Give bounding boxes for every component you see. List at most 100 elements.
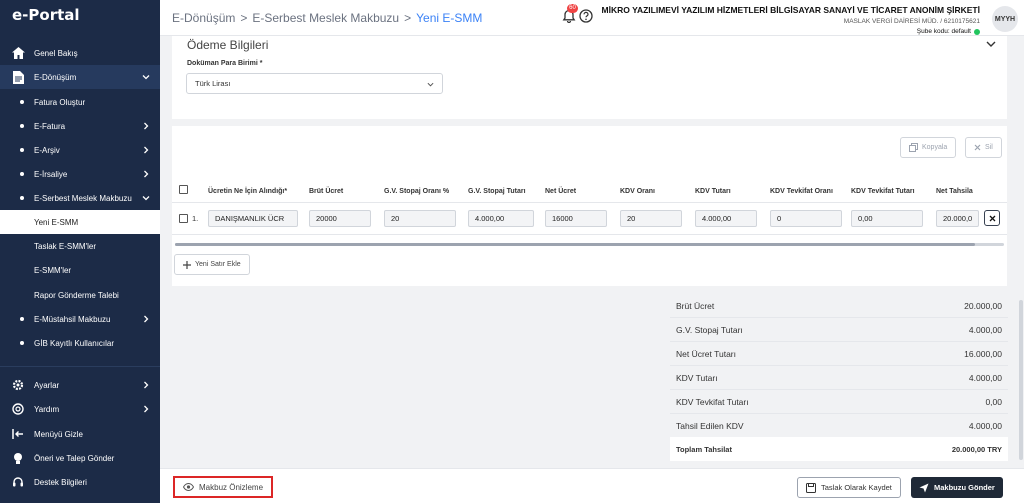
sidebar-item-yardim[interactable]: Yardım [0, 397, 160, 421]
sidebar-item-e-fatura[interactable]: E-Fatura [0, 114, 160, 138]
summary-total-label: Toplam Tahsilat [676, 444, 732, 454]
sidebar-item-label: Genel Bakış [34, 48, 78, 58]
delete-button[interactable]: Sil [965, 137, 1002, 158]
sidebar-item-destek-bilgileri[interactable]: Destek Bilgileri [0, 470, 160, 494]
column-header: KDV Tevkifat Oranı [770, 188, 833, 195]
help-icon[interactable] [579, 9, 593, 23]
table-divider [172, 202, 1007, 203]
chevron-right-icon [142, 405, 150, 413]
headset-icon [11, 475, 25, 489]
breadcrumb-separator: > [240, 11, 248, 25]
bullet-icon [20, 172, 24, 176]
collapse-menu-icon [11, 427, 25, 441]
vat-rate-input[interactable]: 20 [620, 210, 682, 227]
bullet-icon [20, 341, 24, 345]
app-logo[interactable]: e-Portal [12, 6, 80, 24]
summary-label: Brüt Ücret [676, 300, 715, 311]
section-title: Ödeme Bilgileri [187, 38, 269, 52]
send-receipt-button[interactable]: Makbuzu Gönder [911, 477, 1003, 498]
sidebar-item-label: Öneri ve Talep Gönder [34, 453, 115, 463]
sidebar-item-label: Ayarlar [34, 380, 60, 390]
breadcrumb-e-donusum[interactable]: E-Dönüşüm [172, 11, 235, 25]
summary-total-row: Toplam Tahsilat 20.000,00 TRY [670, 437, 1008, 461]
sidebar-item-ayarlar[interactable]: Ayarlar [0, 373, 160, 397]
sidebar-item-label: Yeni E-SMM [34, 217, 79, 227]
branch-label: Şube kodu: default [916, 28, 971, 35]
summary-row: Brüt Ücret 20.000,00 [670, 294, 1008, 318]
column-header: G.V. Stopaj Tutarı [468, 188, 526, 195]
add-row-button[interactable]: Yeni Satır Ekle [174, 254, 250, 275]
delete-row-button[interactable] [984, 210, 1000, 226]
tax-office: MASLAK VERGİ DAİRESİ MÜD. / 6210175621 [843, 18, 980, 25]
sidebar-item-label: Destek Bilgileri [34, 477, 87, 487]
receipt-preview-button[interactable]: Makbuz Önizleme [173, 476, 274, 498]
net-fee-input[interactable]: 16000 [545, 210, 607, 227]
breadcrumb-separator: > [404, 11, 412, 25]
withholding-amount-input[interactable]: 4.000,00 [468, 210, 534, 227]
sidebar-item-label: Menüyü Gizle [34, 429, 83, 439]
chevron-down-icon[interactable] [985, 38, 997, 50]
notification-badge: 60 [567, 4, 578, 13]
plus-icon [183, 260, 191, 269]
copy-button[interactable]: Kopyala [900, 137, 957, 158]
sidebar-item-oneri-talep[interactable]: Öneri ve Talep Gönder [0, 446, 160, 470]
summary-label: KDV Tevkifat Tutarı [676, 396, 749, 407]
sidebar-item-yeni-e-smm[interactable]: Yeni E-SMM [0, 210, 160, 234]
sidebar-item-fatura-olustur[interactable]: Fatura Oluştur [0, 90, 160, 114]
company-info: MİKRO YAZILIMEVİ YAZILIM HİZMETLERİ BİLG… [602, 5, 980, 35]
sidebar-item-genel-bakis[interactable]: Genel Bakış [0, 41, 160, 65]
summary-total-value: 20.000,00 TRY [951, 444, 1002, 454]
column-header: KDV Oranı [620, 188, 656, 195]
footer-bar: Makbuz Önizleme Taslak Olarak Kaydet Mak… [160, 468, 1024, 503]
document-icon [11, 70, 25, 84]
sidebar-item-label: E-Müstahsil Makbuzu [34, 314, 111, 324]
sidebar-item-menuyu-gizle[interactable]: Menüyü Gizle [0, 422, 160, 446]
summary-value: 16.000,00 [964, 348, 1002, 359]
summary-table: Brüt Ücret 20.000,00 G.V. Stopaj Tutarı 4.… [670, 294, 1008, 462]
sidebar-item-gib-kayitli-kullanicilar[interactable]: GİB Kayıtlı Kullanıcılar [0, 331, 160, 355]
save-icon [806, 482, 816, 493]
delete-label: Sil [985, 144, 993, 151]
withholding-rate-input[interactable]: 20 [384, 210, 456, 227]
summary-value: 20.000,00 [964, 300, 1002, 311]
save-draft-button[interactable]: Taslak Olarak Kaydet [797, 477, 901, 498]
horizontal-scrollbar[interactable] [175, 243, 975, 246]
currency-select[interactable]: Türk Lirası [186, 73, 443, 94]
avatar[interactable]: MYYH [992, 6, 1018, 32]
service-description-input[interactable]: DANIŞMANLIK ÜCR [208, 210, 298, 227]
sidebar-item-e-serbest-meslek-makbuzu[interactable]: E-Serbest Meslek Makbuzu [0, 186, 160, 210]
column-header: Net Tahsila [936, 188, 973, 195]
summary-row: Tahsil Edilen KDV 4.000,00 [670, 414, 1008, 438]
sidebar-item-e-smm-ler[interactable]: E-SMM'ler [0, 258, 160, 282]
column-header: Ücretin Ne İçin Alındığı* [208, 188, 288, 195]
breadcrumb-current: Yeni E-SMM [416, 11, 483, 25]
sidebar-item-e-donusum[interactable]: E-Dönüşüm [0, 65, 160, 89]
vertical-scrollbar[interactable] [1019, 300, 1023, 460]
sidebar-divider [0, 366, 160, 367]
lightbulb-icon [11, 451, 25, 465]
sidebar-item-e-arsiv[interactable]: E-Arşiv [0, 138, 160, 162]
bullet-icon [20, 196, 24, 200]
sidebar-item-rapor-gonderme-talebi[interactable]: Rapor Gönderme Talebi [0, 283, 160, 307]
summary-label: KDV Tutarı [676, 372, 718, 383]
net-collection-input[interactable]: 20.000,0 [936, 210, 979, 227]
gross-fee-input[interactable]: 20000 [309, 210, 371, 227]
chevron-down-icon [427, 81, 434, 88]
select-all-checkbox[interactable] [179, 185, 188, 194]
sidebar-item-e-mustahsil-makbuzu[interactable]: E-Müstahsil Makbuzu [0, 307, 160, 331]
home-icon [11, 46, 25, 60]
chevron-right-icon [142, 146, 150, 154]
gear-icon [11, 378, 25, 392]
bullet-icon [20, 317, 24, 321]
vat-withholding-amount-input[interactable]: 0,00 [851, 210, 923, 227]
sidebar: e-Portal Genel Bakış E-Dönüşüm Fatura Ol… [0, 0, 160, 503]
row-checkbox[interactable] [179, 214, 188, 223]
summary-value: 4.000,00 [968, 324, 1002, 335]
breadcrumb-e-smm[interactable]: E-Serbest Meslek Makbuzu [252, 11, 399, 25]
sidebar-item-taslak-e-smm[interactable]: Taslak E-SMM'ler [0, 234, 160, 258]
sidebar-item-e-irsaliye[interactable]: E-İrsaliye [0, 162, 160, 186]
vat-withholding-rate-input[interactable]: 0 [770, 210, 842, 227]
sidebar-item-label: E-Fatura [34, 121, 66, 131]
vat-amount-input[interactable]: 4.000,00 [695, 210, 757, 227]
summary-row: Net Ücret Tutarı 16.000,00 [670, 342, 1008, 366]
